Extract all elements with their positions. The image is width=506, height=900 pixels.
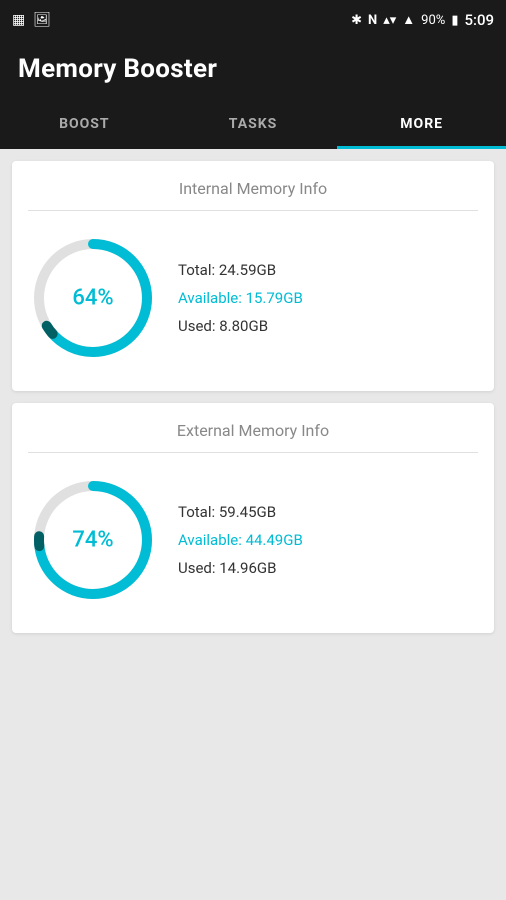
battery-icon: ▮	[451, 13, 458, 28]
external-percent-label: 74%	[72, 528, 113, 553]
internal-memory-chart: 64%	[28, 233, 158, 363]
external-memory-title: External Memory Info	[28, 421, 478, 453]
tab-more[interactable]: MORE	[337, 102, 506, 149]
tab-bar: BOOST TASKS MORE	[0, 102, 506, 149]
time: 5:09	[464, 11, 494, 29]
internal-memory-title: Internal Memory Info	[28, 179, 478, 211]
external-memory-card: External Memory Info 74% Total: 59.45GB …	[12, 403, 494, 633]
external-available: Available: 44.49GB	[178, 531, 303, 549]
app-header: Memory Booster	[0, 40, 506, 102]
battery-percent: 90%	[421, 13, 445, 28]
content-area: Internal Memory Info 64% Total: 24.59GB …	[0, 149, 506, 645]
image-icon: 🖼	[33, 12, 51, 28]
sim-icon: ▦	[12, 12, 25, 28]
internal-available: Available: 15.79GB	[178, 289, 303, 307]
external-memory-chart: 74%	[28, 475, 158, 605]
external-total: Total: 59.45GB	[178, 503, 303, 521]
wifi-icon: ▴▾	[383, 13, 396, 28]
internal-total: Total: 24.59GB	[178, 261, 303, 279]
bluetooth-icon: ✱	[351, 13, 362, 28]
app-title: Memory Booster	[18, 54, 217, 84]
internal-memory-card: Internal Memory Info 64% Total: 24.59GB …	[12, 161, 494, 391]
status-bar: ▦ 🖼 ✱ N ▴▾ ▲ 90% ▮ 5:09	[0, 0, 506, 40]
external-memory-body: 74% Total: 59.45GB Available: 44.49GB Us…	[28, 467, 478, 613]
external-used: Used: 14.96GB	[178, 559, 303, 577]
internal-percent-label: 64%	[72, 286, 113, 311]
tab-tasks[interactable]: TASKS	[169, 102, 338, 149]
tab-boost[interactable]: BOOST	[0, 102, 169, 149]
internal-memory-body: 64% Total: 24.59GB Available: 15.79GB Us…	[28, 225, 478, 371]
signal-icon: ▲	[402, 12, 415, 28]
nfc-icon: N	[368, 13, 377, 28]
internal-memory-info: Total: 24.59GB Available: 15.79GB Used: …	[178, 261, 303, 335]
external-memory-info: Total: 59.45GB Available: 44.49GB Used: …	[178, 503, 303, 577]
internal-used: Used: 8.80GB	[178, 317, 303, 335]
